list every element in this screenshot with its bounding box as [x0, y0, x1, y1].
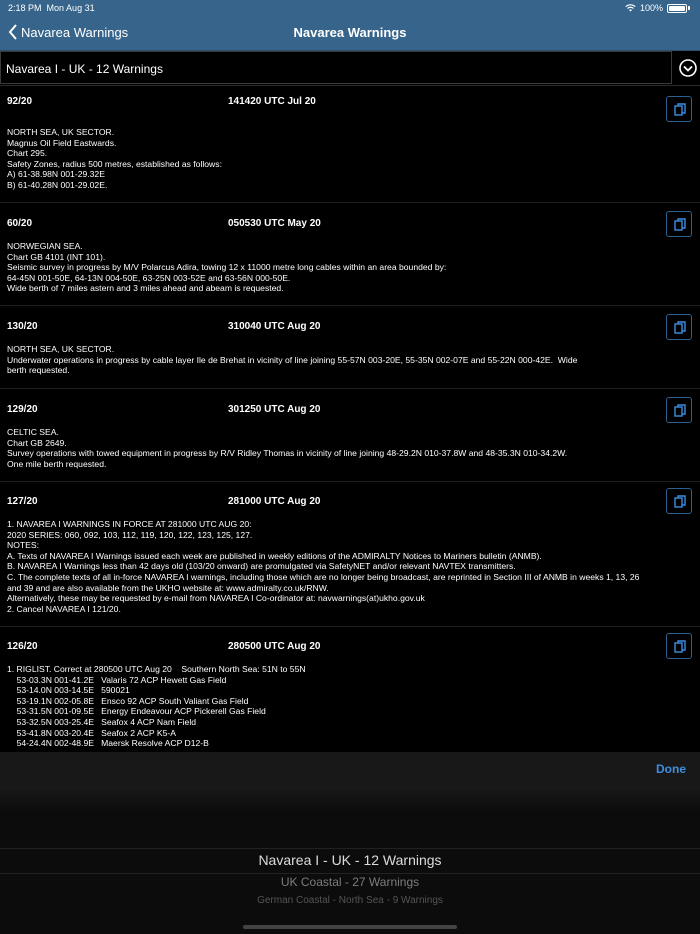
- warning-number: 130/20: [7, 321, 38, 332]
- picker-fade: [0, 786, 700, 812]
- warning-text: 1. NAVAREA I WARNINGS IN FORCE AT 281000…: [7, 519, 640, 614]
- picker-toolbar: Done: [0, 752, 700, 786]
- wifi-icon: [625, 3, 636, 11]
- warning-text: NORWEGIAN SEA. Chart GB 4101 (INT 101). …: [7, 241, 447, 294]
- warning-datetime: 141420 UTC Jul 20: [228, 96, 316, 107]
- warning-datetime: 281000 UTC Aug 20: [228, 496, 321, 507]
- copy-icon: [674, 640, 686, 653]
- copy-icon: [674, 404, 686, 417]
- warning-datetime: 310040 UTC Aug 20: [228, 321, 321, 332]
- warning-number: 129/20: [7, 404, 38, 415]
- copy-button[interactable]: [666, 96, 692, 122]
- battery-icon: [667, 3, 687, 13]
- warning-number: 127/20: [7, 496, 38, 507]
- copy-button[interactable]: [666, 211, 692, 237]
- status-bar: 2:18 PM Mon Aug 31 100%: [0, 0, 700, 16]
- copy-button[interactable]: [666, 314, 692, 340]
- warning-number: 60/20: [7, 218, 33, 229]
- chevron-down-icon[interactable]: [678, 58, 698, 78]
- time-label: 2:18 PM: [8, 3, 42, 13]
- navarea-selector: Navarea I - UK - 12 Warnings: [0, 51, 700, 86]
- done-button[interactable]: Done: [656, 762, 686, 776]
- date-label: Mon Aug 31: [46, 3, 95, 13]
- warning-item: 126/20 280500 UTC Aug 20 1. RIGLIST. Cor…: [0, 626, 700, 751]
- copy-icon: [674, 495, 686, 508]
- copy-button[interactable]: [666, 488, 692, 514]
- copy-button[interactable]: [666, 397, 692, 423]
- warning-text: NORTH SEA, UK SECTOR. Magnus Oil Field E…: [7, 127, 222, 190]
- picker-option[interactable]: German Coastal - North Sea - 9 Warnings: [0, 895, 700, 906]
- picker-option[interactable]: UK Coastal - 27 Warnings: [0, 875, 700, 889]
- picker-option-selected[interactable]: Navarea I - UK - 12 Warnings: [0, 852, 700, 868]
- status-right: 100%: [625, 3, 690, 13]
- status-time: 2:18 PM Mon Aug 31: [8, 3, 95, 13]
- warning-item: 129/20 301250 UTC Aug 20 CELTIC SEA. Cha…: [0, 388, 700, 482]
- copy-icon: [674, 218, 686, 231]
- copy-icon: [674, 103, 686, 116]
- battery-tip: [688, 6, 690, 10]
- navarea-picker[interactable]: Navarea I - UK - 12 Warnings UK Coastal …: [0, 786, 700, 934]
- navigation-bar: Navarea Warnings Navarea Warnings: [0, 16, 700, 51]
- warning-text: NORTH SEA, UK SECTOR. Underwater operati…: [7, 344, 578, 376]
- warning-number: 92/20: [7, 96, 33, 107]
- warning-item: 92/20 141420 UTC Jul 20 NORTH SEA, UK SE…: [0, 86, 700, 203]
- battery-label: 100%: [639, 3, 663, 13]
- warning-item: 130/20 310040 UTC Aug 20 NORTH SEA, UK S…: [0, 305, 700, 389]
- navarea-select-value: Navarea I - UK - 12 Warnings: [6, 62, 163, 76]
- warning-number: 126/20: [7, 641, 38, 652]
- warning-text: 1. RIGLIST. Correct at 280500 UTC Aug 20…: [7, 664, 306, 749]
- copy-button[interactable]: [666, 633, 692, 659]
- warning-text: CELTIC SEA. Chart GB 2649. Survey operat…: [7, 427, 568, 469]
- warnings-list[interactable]: 92/20 141420 UTC Jul 20 NORTH SEA, UK SE…: [0, 86, 700, 751]
- warning-datetime: 280500 UTC Aug 20: [228, 641, 321, 652]
- page-title: Navarea Warnings: [293, 25, 407, 40]
- copy-icon: [674, 321, 686, 334]
- warning-datetime: 301250 UTC Aug 20: [228, 404, 321, 415]
- warning-datetime: 050530 UTC May 20: [228, 218, 321, 229]
- navarea-select-field[interactable]: Navarea I - UK - 12 Warnings: [0, 51, 672, 84]
- home-indicator: [243, 925, 457, 929]
- warning-item: 127/20 281000 UTC Aug 20 1. NAVAREA I WA…: [0, 481, 700, 627]
- warning-item: 60/20 050530 UTC May 20 NORWEGIAN SEA. C…: [0, 202, 700, 306]
